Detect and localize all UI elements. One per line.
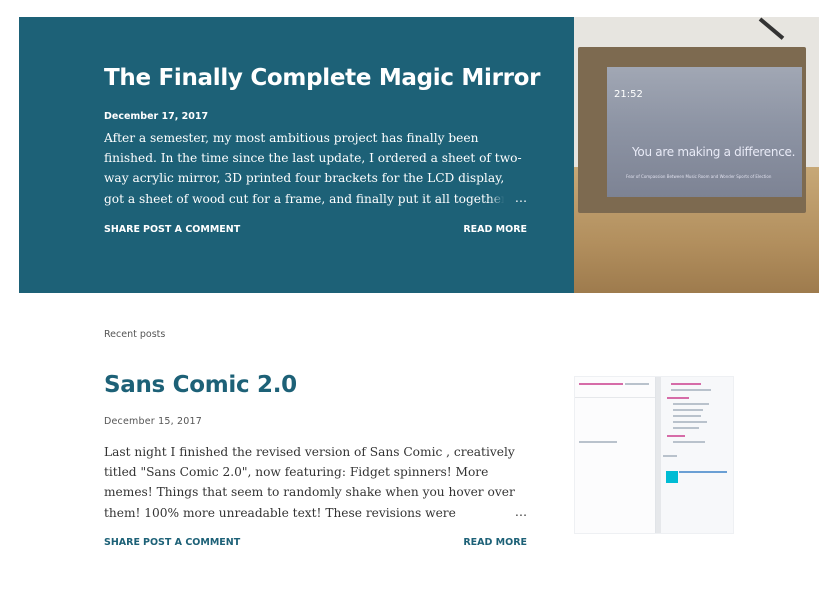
featured-post-snippet: After a semester, my most ambitious proj… — [104, 128, 527, 208]
post-comment-link[interactable]: POST A COMMENT — [143, 224, 240, 235]
featured-post-snippet-text: After a semester, my most ambitious proj… — [104, 131, 522, 206]
post-snippet: Last night I finished the revised versio… — [104, 442, 527, 522]
recent-posts-heading: Recent posts — [104, 329, 166, 340]
featured-post: The Finally Complete Magic Mirror Decemb… — [19, 17, 819, 293]
post-comment-link[interactable]: POST A COMMENT — [143, 537, 240, 548]
post-thumbnail[interactable] — [574, 376, 734, 534]
post-ellipsis: … — [488, 501, 527, 522]
featured-post-actions: SHARE POST A COMMENT READ MORE — [104, 224, 527, 236]
thumbnail-code-line — [579, 441, 617, 443]
thumbnail-code-line — [673, 409, 703, 411]
thumbnail-code-line — [673, 415, 701, 417]
thumbnail-code-line — [673, 403, 709, 405]
post-snippet-text: Last night I finished the revised versio… — [104, 445, 515, 520]
thumbnail-code-line — [673, 441, 705, 443]
thumbnail-code-line — [625, 383, 649, 385]
thumbnail-code-line — [679, 471, 727, 473]
thumbnail-divider — [575, 397, 655, 398]
thumbnail-code-line — [673, 427, 699, 429]
thumbnail-code-pane — [575, 377, 656, 533]
featured-post-date: December 17, 2017 — [104, 111, 209, 122]
thumbnail-code-line — [667, 397, 689, 399]
thumbnail-code-line — [667, 435, 685, 437]
post-date: December 15, 2017 — [104, 416, 202, 427]
mirror-message-text: You are making a difference. — [632, 145, 796, 159]
read-more-link[interactable]: READ MORE — [463, 224, 527, 235]
share-button[interactable]: SHARE — [104, 537, 140, 548]
thumbnail-code-line — [579, 383, 623, 385]
featured-post-image[interactable]: 21:52 You are making a difference. Fear … — [574, 17, 819, 293]
thumbnail-code-line — [673, 421, 707, 423]
mirror-footer-text: Fear of Compassion Between Music Room an… — [626, 174, 772, 179]
mirror-clock-text: 21:52 — [614, 89, 643, 100]
thumbnail-code-line — [671, 389, 711, 391]
featured-post-ellipsis: … — [488, 187, 527, 208]
post-title[interactable]: Sans Comic 2.0 — [104, 372, 297, 398]
featured-post-title[interactable]: The Finally Complete Magic Mirror — [104, 65, 541, 91]
read-more-link[interactable]: READ MORE — [463, 537, 527, 548]
thumbnail-code-line — [671, 383, 701, 385]
post-actions: SHARE POST A COMMENT READ MORE — [104, 537, 527, 549]
thumbnail-gutter — [656, 377, 661, 533]
thumbnail-color-swatch — [666, 471, 678, 483]
thumbnail-code-line — [663, 455, 677, 457]
share-button[interactable]: SHARE — [104, 224, 140, 235]
